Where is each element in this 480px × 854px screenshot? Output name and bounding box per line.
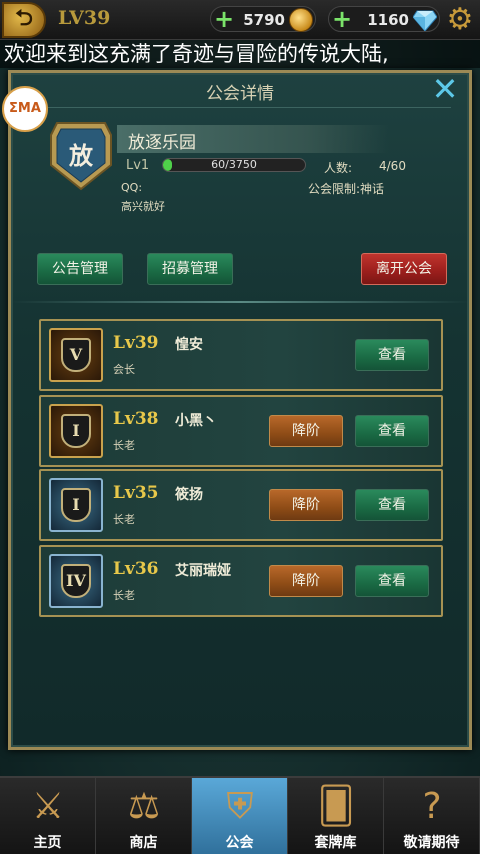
member-name: 小黑丶 (175, 413, 217, 429)
member-rank-avatar: V (49, 328, 103, 382)
guild-limit: 公会限制:神话 (308, 182, 385, 196)
tab-scales[interactable]: ⚖ 商店 (96, 778, 192, 854)
settings-gear-icon[interactable]: ⚙ (444, 4, 476, 36)
leave-guild-button[interactable]: 离开公会 (361, 253, 447, 285)
member-level: Lv38 (113, 409, 159, 429)
member-row: I Lv38 小黑丶长老 降阶 查看 (39, 395, 443, 467)
guild-badge: 放 (50, 122, 112, 191)
member-count-label: 人数: (324, 161, 353, 175)
member-role: 长老 (113, 513, 135, 526)
guild-name: 放逐乐园 (128, 133, 196, 153)
question-mark-icon: ? (422, 786, 442, 827)
member-rank-avatar: I (49, 478, 103, 532)
guild-badge-char: 放 (68, 141, 94, 170)
add-gold-icon[interactable]: + (213, 7, 235, 31)
ema-watermark-logo: ƩMA (2, 86, 48, 132)
member-name: 艾丽瑞娅 (175, 563, 231, 579)
title-divider (31, 107, 451, 108)
member-level: Lv39 (113, 333, 159, 353)
guild-motto: 高兴就好 (121, 200, 165, 213)
scales-icon: ⚖ (127, 786, 161, 827)
cards-icon: 🂠 (317, 786, 355, 827)
member-level: Lv36 (113, 559, 159, 579)
tab-cards[interactable]: 🂠 套牌库 (288, 778, 384, 854)
gold-coin-icon (289, 8, 313, 32)
tab-label: 商店 (129, 835, 158, 851)
guild-level: Lv1 (126, 158, 150, 173)
guild-emblem-icon: ⛨ (226, 786, 254, 827)
recruit-manage-button[interactable]: 招募管理 (147, 253, 233, 285)
tab-guild-emblem[interactable]: ⛨ 公会 (192, 778, 288, 854)
rank-shield-icon: V (61, 338, 91, 372)
back-arrow-icon: ⮌ (15, 6, 33, 31)
member-row: V Lv39 惶安会长 查看 (39, 319, 443, 391)
member-role: 长老 (113, 589, 135, 602)
member-role: 长老 (113, 439, 135, 452)
member-role: 会长 (113, 363, 135, 376)
add-gem-icon[interactable]: + (331, 7, 353, 31)
guild-details-panel: 公会详情 ✕ 放 放逐乐园 Lv1 60/3750 人数: 4/60 QQ: 公… (8, 70, 472, 750)
guild-exp-bar: 60/3750 (162, 158, 306, 172)
member-name: 惶安 (175, 337, 203, 353)
rank-shield-icon: IV (61, 564, 91, 598)
member-rank-avatar: IV (49, 554, 103, 608)
diamond-icon (413, 10, 437, 31)
back-button[interactable]: ⮌ (2, 2, 46, 38)
member-count-value: 4/60 (379, 159, 406, 173)
top-bar: ⮌ LV39 + 5790 + 1160 ⚙ (0, 0, 480, 40)
tab-label: 主页 (33, 835, 62, 851)
bottom-nav: ⚔ 主页 ⚖ 商店 ⛨ 公会 🂠 套牌库? 敬请期待 (0, 776, 480, 854)
qq-label: QQ: (121, 181, 143, 194)
announcement-manage-button[interactable]: 公告管理 (37, 253, 123, 285)
view-member-button[interactable]: 查看 (355, 415, 429, 447)
member-level: Lv35 (113, 483, 159, 503)
rank-shield-icon: I (61, 488, 91, 522)
member-name: 筱扬 (175, 487, 203, 503)
tab-label: 套牌库 (314, 835, 357, 851)
tab-label: 敬请期待 (403, 835, 460, 851)
rank-shield-icon: I (61, 414, 91, 448)
gem-counter: + 1160 (328, 6, 440, 32)
member-rank-avatar: I (49, 404, 103, 458)
view-member-button[interactable]: 查看 (355, 489, 429, 521)
demote-button[interactable]: 降阶 (269, 489, 343, 521)
close-icon[interactable]: ✕ (429, 73, 461, 105)
demote-button[interactable]: 降阶 (269, 415, 343, 447)
demote-button[interactable]: 降阶 (269, 565, 343, 597)
view-member-button[interactable]: 查看 (355, 339, 429, 371)
view-member-button[interactable]: 查看 (355, 565, 429, 597)
section-divider (11, 301, 469, 303)
gold-value: 5790 (243, 11, 285, 29)
announcement-marquee: 欢迎来到这充满了奇迹与冒险的传说大陆, (0, 40, 480, 68)
tab-label: 公会 (225, 835, 254, 851)
gem-value: 1160 (367, 11, 409, 29)
member-row: I Lv35 筱扬长老 降阶 查看 (39, 469, 443, 541)
guild-exp-text: 60/3750 (211, 158, 257, 171)
crossed-swords-icon: ⚔ (31, 786, 65, 827)
player-level: LV39 (58, 7, 111, 29)
panel-title: 公会详情 (206, 84, 274, 104)
tab-question-mark[interactable]: ? 敬请期待 (384, 778, 480, 854)
tab-crossed-swords[interactable]: ⚔ 主页 (0, 778, 96, 854)
gold-counter: + 5790 (210, 6, 316, 32)
member-row: IV Lv36 艾丽瑞娅长老 降阶 查看 (39, 545, 443, 617)
